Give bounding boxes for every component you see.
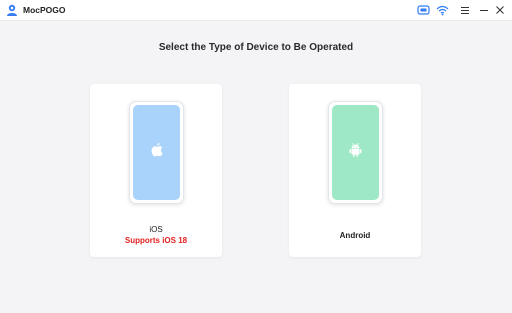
ios-device-card[interactable]: iOS Supports iOS 18: [90, 84, 222, 257]
ios-phone-screen: [133, 105, 180, 200]
android-phone-illustration: [328, 101, 383, 204]
ios-card-label: iOS: [149, 225, 163, 234]
close-icon[interactable]: [492, 2, 508, 18]
ios-support-note: Supports iOS 18: [124, 236, 188, 245]
android-card-label: Android: [339, 231, 371, 240]
android-phone-screen: [332, 105, 379, 200]
page-heading: Select the Type of Device to Be Operated: [158, 42, 354, 53]
minimize-icon[interactable]: [476, 2, 492, 18]
title-bar: MocPOGO: [0, 0, 512, 21]
apple-icon: [150, 142, 164, 163]
menu-icon[interactable]: [457, 2, 473, 18]
app-logo-icon: [5, 3, 19, 17]
device-icon[interactable]: [415, 2, 431, 18]
android-icon: [348, 142, 363, 163]
app-title: MocPOGO: [23, 5, 66, 15]
android-device-card[interactable]: Android: [289, 84, 421, 257]
ios-phone-illustration: [129, 101, 184, 204]
wifi-icon[interactable]: [434, 2, 450, 18]
